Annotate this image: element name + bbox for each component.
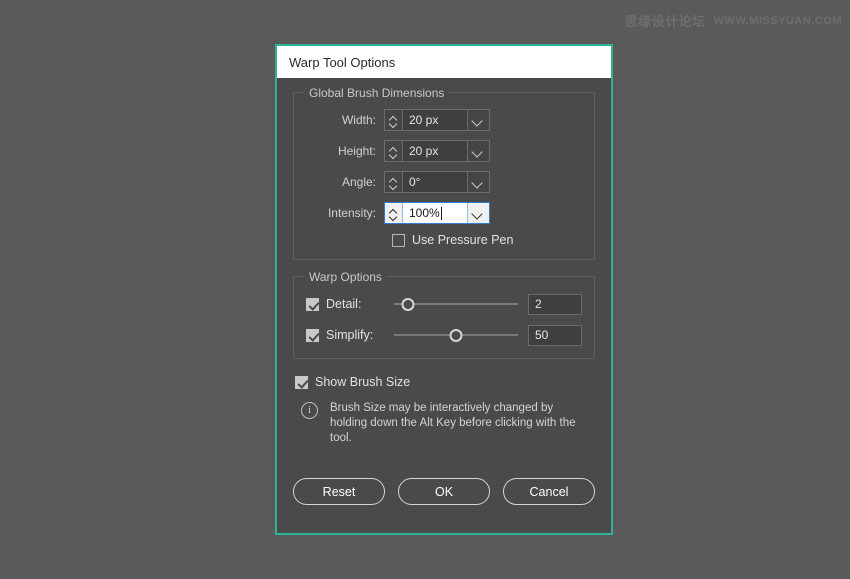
show-brush-size-checkbox[interactable] (295, 375, 308, 389)
intensity-input[interactable]: 100% (403, 203, 467, 223)
detail-checkbox[interactable] (306, 297, 319, 311)
text-caret (440, 206, 442, 220)
simplify-checkbox[interactable] (306, 328, 319, 342)
use-pressure-pen-checkbox[interactable] (392, 233, 405, 247)
simplify-slider-row: Simplify: 50 (306, 324, 582, 346)
width-combo[interactable]: 20 px (384, 109, 490, 131)
simplify-slider-handle[interactable] (449, 328, 463, 342)
height-label: Height: (337, 144, 376, 158)
use-pressure-pen-checkbox-row[interactable]: Use Pressure Pen (392, 233, 513, 247)
angle-stepper[interactable] (385, 172, 403, 192)
show-brush-size-label: Show Brush Size (315, 375, 411, 389)
height-stepper[interactable] (385, 141, 403, 161)
simplify-value-field[interactable]: 50 (528, 324, 582, 346)
chevron-down-icon (390, 183, 397, 187)
ok-button[interactable]: OK (398, 478, 490, 505)
width-value[interactable]: 20 px (403, 110, 467, 130)
warp-options-legend: Warp Options (304, 269, 387, 285)
chevron-down-icon (473, 117, 484, 124)
simplify-label: Simplify: (326, 328, 374, 342)
chevron-down-icon (473, 179, 484, 186)
detail-slider-row: Detail: 2 (306, 293, 582, 315)
intensity-combo[interactable]: 100% (384, 202, 490, 224)
chevron-down-icon (390, 121, 397, 125)
dialog-button-row: Reset OK Cancel (293, 478, 595, 505)
reset-button[interactable]: Reset (293, 478, 385, 505)
info-icon: i (301, 402, 318, 419)
intensity-value: 100% (409, 206, 440, 220)
warp-options-group: Warp Options Detail: 2 Simplify: 50 (293, 269, 595, 359)
width-field-row: Width: 20 px (306, 109, 582, 131)
height-combo[interactable]: 20 px (384, 140, 490, 162)
global-brush-dimensions-group: Global Brush Dimensions Width: 20 px Hei… (293, 85, 595, 260)
height-field-row: Height: 20 px (306, 140, 582, 162)
cancel-button[interactable]: Cancel (503, 478, 595, 505)
height-dropdown-button[interactable] (467, 141, 489, 161)
width-label: Width: (341, 113, 376, 127)
warp-tool-options-dialog: Warp Tool Options Global Brush Dimension… (275, 44, 613, 535)
angle-field-row: Angle: 0° (306, 171, 582, 193)
watermark: 思缘设计论坛 WWW.MISSYUAN.COM (625, 11, 842, 30)
angle-dropdown-button[interactable] (467, 172, 489, 192)
info-row: i Brush Size may be interactively change… (295, 401, 593, 446)
width-stepper[interactable] (385, 110, 403, 130)
show-brush-size-block: Show Brush Size i Brush Size may be inte… (293, 375, 595, 446)
chevron-down-icon (390, 152, 397, 156)
dialog-titlebar: Warp Tool Options (277, 46, 611, 78)
intensity-field-row: Intensity: 100% (306, 202, 582, 224)
show-brush-size-checkbox-row[interactable]: Show Brush Size (295, 375, 593, 389)
detail-label: Detail: (326, 297, 362, 311)
chevron-down-icon (473, 210, 484, 217)
chevron-down-icon (473, 148, 484, 155)
global-brush-dimensions-legend: Global Brush Dimensions (304, 85, 450, 101)
use-pressure-pen-label: Use Pressure Pen (412, 233, 514, 247)
intensity-dropdown-button[interactable] (467, 203, 489, 223)
intensity-label: Intensity: (327, 206, 376, 220)
intensity-stepper[interactable] (385, 203, 403, 223)
use-pressure-pen-row: Use Pressure Pen (306, 233, 582, 247)
chevron-up-icon (390, 147, 397, 151)
simplify-checkbox-row[interactable]: Simplify: (306, 328, 394, 342)
width-dropdown-button[interactable] (467, 110, 489, 130)
watermark-en: WWW.MISSYUAN.COM (713, 14, 842, 27)
angle-value[interactable]: 0° (403, 172, 467, 192)
detail-checkbox-row[interactable]: Detail: (306, 297, 394, 311)
chevron-up-icon (390, 178, 397, 182)
chevron-down-icon (390, 214, 397, 218)
angle-label: Angle: (341, 175, 376, 189)
dialog-title: Warp Tool Options (289, 54, 396, 70)
detail-slider[interactable] (394, 293, 518, 315)
info-text: Brush Size may be interactively changed … (330, 402, 576, 444)
dialog-body: Global Brush Dimensions Width: 20 px Hei… (277, 78, 611, 533)
simplify-slider[interactable] (394, 324, 518, 346)
height-value[interactable]: 20 px (403, 141, 467, 161)
chevron-up-icon (390, 209, 397, 213)
detail-slider-handle[interactable] (401, 297, 415, 311)
watermark-cn: 思缘设计论坛 (624, 14, 706, 29)
chevron-up-icon (390, 116, 397, 120)
detail-value-field[interactable]: 2 (528, 293, 582, 315)
angle-combo[interactable]: 0° (384, 171, 490, 193)
